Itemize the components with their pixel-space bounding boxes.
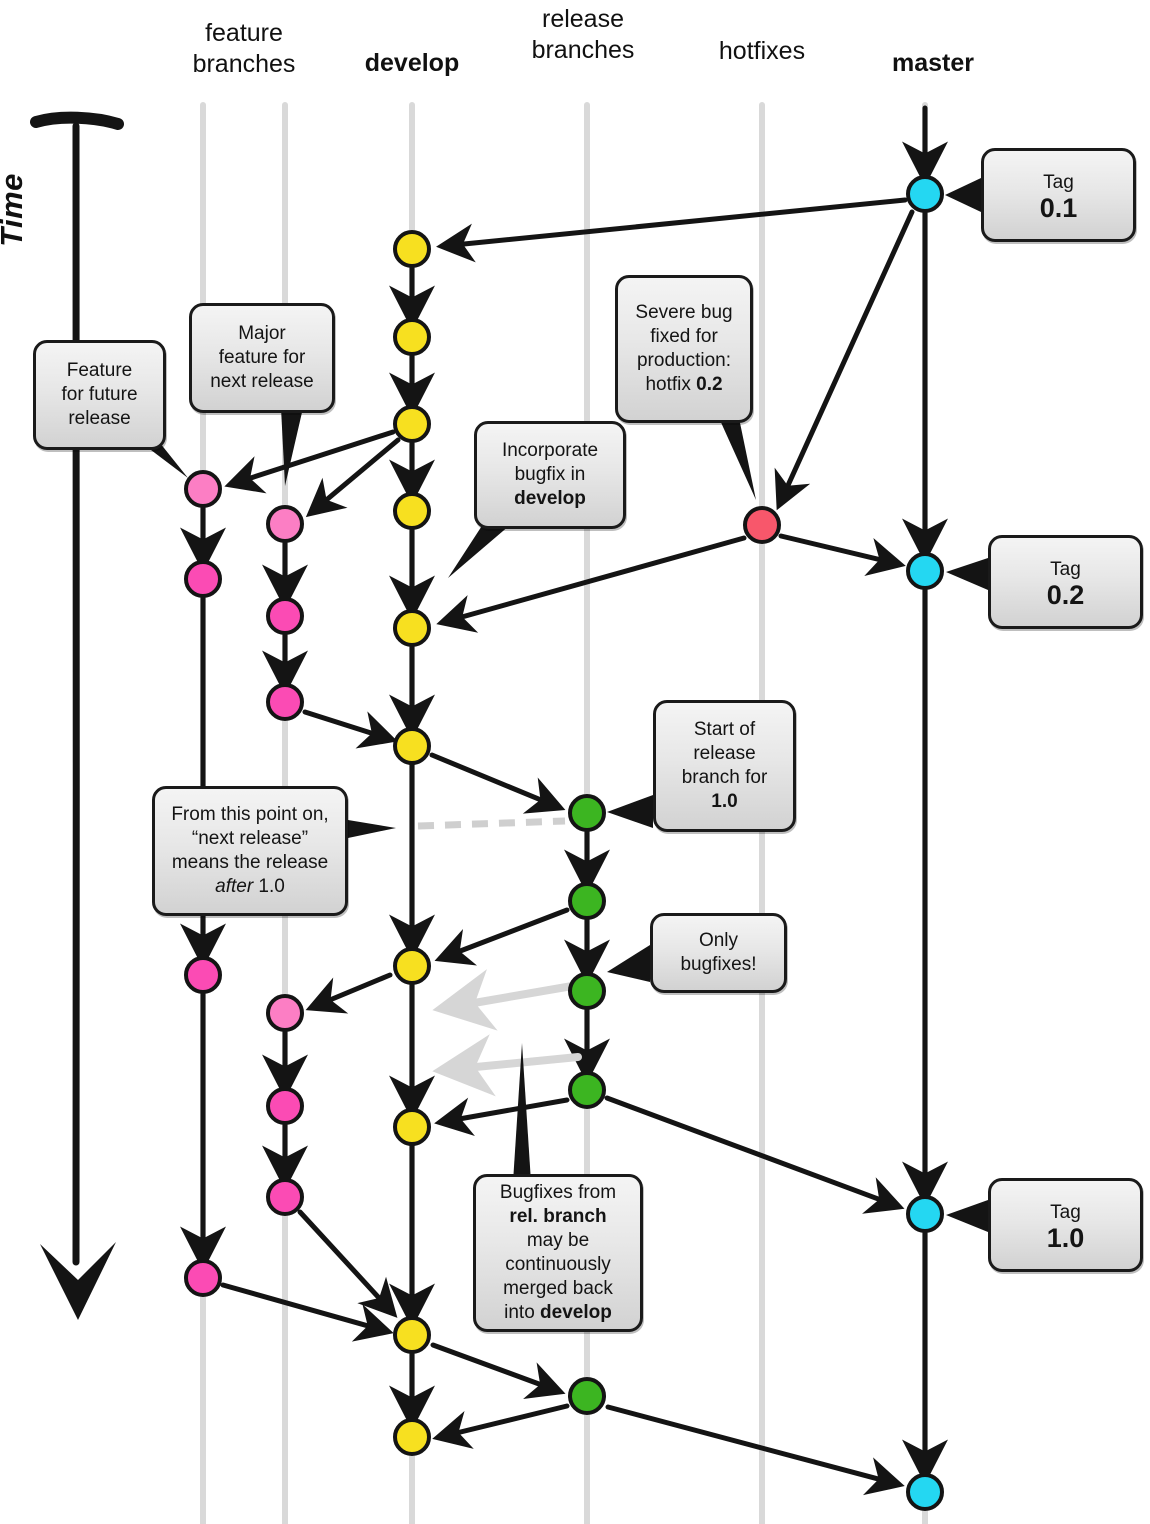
commit-node-release-5[interactable]: [568, 1377, 606, 1415]
tag-word: Tag: [1043, 171, 1074, 193]
commit-node-release-2[interactable]: [568, 882, 606, 920]
tag-label: Tag 1.0: [1001, 1201, 1130, 1253]
tag-label: Tag 0.1: [994, 171, 1123, 223]
commit-node-release-4[interactable]: [568, 1071, 606, 1109]
column-header-master: master: [892, 49, 974, 77]
callout-text: Severe bug fixed for production: hotfix 0.2: [635, 302, 733, 395]
tag-word: Tag: [1050, 558, 1081, 580]
edge-develop3-feature1: [224, 429, 396, 494]
commit-node-develop-10[interactable]: [393, 1418, 431, 1456]
commit-node-feature1-3[interactable]: [184, 956, 222, 994]
callout-only-bugfixes: Only bugfixes!: [650, 913, 787, 993]
commit-node-develop-2[interactable]: [393, 318, 431, 356]
edge-faded-release-develop-a: [432, 969, 582, 1031]
commit-node-feature2-5[interactable]: [266, 1087, 304, 1125]
commit-node-master-0.1[interactable]: [906, 175, 944, 213]
tag-word: Tag: [1050, 1201, 1081, 1223]
callout-tail-tag-0-1: [945, 178, 981, 212]
faded-merge-edges: [432, 969, 582, 1097]
callout-tail-severe-bug-hotfix: [719, 418, 756, 500]
callout-tail-tag-0-2: [946, 558, 988, 590]
edge-release2-develop7: [434, 907, 570, 966]
callout-text: Incorporate bugfix in develop: [501, 440, 599, 509]
commit-node-release-1[interactable]: [568, 794, 606, 832]
commit-node-master-0.2[interactable]: [906, 552, 944, 590]
commit-node-feature2-1[interactable]: [266, 505, 304, 543]
callout-severe-bug-hotfix: Severe bug fixed for production: hotfix 0.2: [615, 275, 753, 423]
commit-node-feature1-1[interactable]: [184, 470, 222, 508]
callout-tail-start-of-release-branch: [607, 795, 653, 828]
time-axis-label: Time: [0, 173, 29, 247]
callout-major-feature-next-release: Major feature for next release: [189, 303, 335, 413]
tag-number: 0.2: [1046, 579, 1085, 610]
edge-develop7-feature24: [305, 972, 393, 1014]
gitflow-diagram: feature branches develop release branches h…: [0, 0, 1150, 1524]
callout-text: Only bugfixes!: [680, 930, 757, 975]
commit-node-develop-6[interactable]: [393, 727, 431, 765]
callout-text: Feature for future release: [61, 360, 138, 429]
commit-node-feature1-4[interactable]: [184, 1259, 222, 1297]
commit-node-hotfix-0.2[interactable]: [743, 506, 781, 544]
commit-node-feature1-2[interactable]: [184, 560, 222, 598]
edge-develop3-feature2: [305, 437, 401, 518]
callout-incorporate-bugfix-develop: Incorporate bugfix in develop: [474, 421, 626, 529]
commit-node-develop-8[interactable]: [393, 1108, 431, 1146]
commit-node-develop-9[interactable]: [393, 1316, 431, 1354]
commit-node-master-1.0[interactable]: [906, 1195, 944, 1233]
callout-text: Start of release branch for 1.0: [681, 719, 768, 812]
edge-feature23-develop6: [302, 709, 398, 749]
edge-release5-develop10: [432, 1403, 570, 1449]
commit-node-develop-4[interactable]: [393, 492, 431, 530]
callout-text: From this point on, “next release” means t…: [171, 804, 329, 897]
commit-node-develop-7[interactable]: [393, 947, 431, 985]
commit-node-master-next[interactable]: [906, 1473, 944, 1511]
edge-release4-develop8: [434, 1097, 570, 1137]
callout-tail-only-bugfixes: [607, 945, 650, 982]
callout-tail-from-this-point-on: [348, 820, 396, 838]
commit-node-develop-1[interactable]: [393, 230, 431, 268]
callout-bugfixes-merged-back: Bugfixes from rel. branch may be continuous…: [473, 1174, 643, 1332]
edge-hotfix02-develop5: [436, 535, 747, 633]
callout-text: Major feature for next release: [210, 323, 314, 392]
edge-master01-hotfix02: [774, 209, 915, 511]
commit-node-feature2-2[interactable]: [266, 597, 304, 635]
edge-faded-release-develop-b: [432, 1034, 582, 1097]
commit-node-feature2-4[interactable]: [266, 994, 304, 1032]
callout-tail-tag-1-0: [946, 1200, 988, 1232]
edge-hotfix02-master02: [778, 533, 906, 576]
tag-number: 0.1: [1039, 192, 1078, 223]
commit-node-feature2-6[interactable]: [266, 1178, 304, 1216]
edge-release4-master10: [604, 1095, 905, 1214]
time-axis: [30, 111, 124, 1320]
callout-from-this-point-on: From this point on, “next release” means t…: [152, 786, 348, 916]
callout-tag-0-1: Tag 0.1: [981, 148, 1136, 242]
tag-label: Tag 0.2: [1001, 558, 1130, 610]
note-guide-dashed: [417, 817, 566, 830]
commit-node-develop-3[interactable]: [393, 405, 431, 443]
edge-develop6-release1: [429, 752, 566, 814]
commit-node-release-3[interactable]: [568, 972, 606, 1010]
commit-node-develop-5[interactable]: [393, 609, 431, 647]
edge-master01-develop1: [436, 197, 908, 263]
callout-start-of-release-branch: Start of release branch for 1.0: [653, 700, 796, 832]
callout-feature-for-future-release: Feature for future release: [33, 340, 166, 450]
callout-tag-1-0: Tag 1.0: [988, 1178, 1143, 1272]
edge-feature26-develop9: [297, 1209, 398, 1318]
edge-release5-masternext: [605, 1404, 905, 1496]
edge-feature14-develop9: [220, 1282, 394, 1342]
tag-number: 1.0: [1046, 1222, 1085, 1253]
callout-tag-0-2: Tag 0.2: [988, 535, 1143, 629]
callout-text: Bugfixes from rel. branch may be continuous…: [499, 1182, 617, 1323]
commit-node-feature2-3[interactable]: [266, 683, 304, 721]
edge-develop9-release5: [430, 1342, 566, 1399]
